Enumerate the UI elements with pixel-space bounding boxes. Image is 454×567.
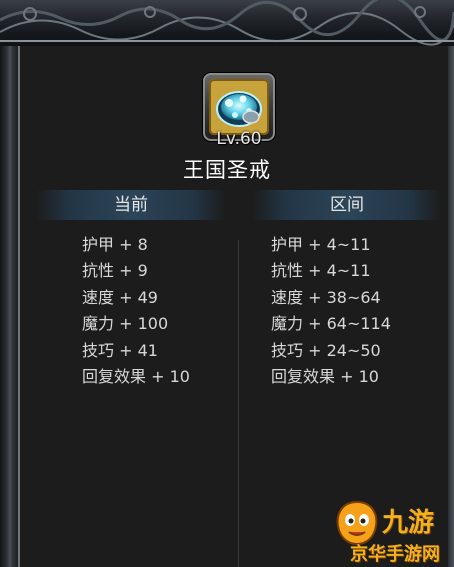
- current-stat-resistance: 抗性 + 9: [82, 261, 148, 281]
- range-stat-skill: 技巧 + 24~50: [271, 340, 381, 360]
- column-header-current: 当前: [36, 190, 226, 220]
- window-right-frame: [448, 46, 454, 567]
- range-stats-list: 护甲 + 4~11 抗性 + 4~11 速度 + 38~64 魔力 + 64~1…: [271, 232, 391, 390]
- column-divider: [238, 240, 239, 567]
- item-name: 王国圣戒: [183, 158, 271, 182]
- current-stat-skill: 技巧 + 41: [82, 340, 158, 360]
- window-top-frame: [0, 0, 454, 47]
- watermark-logo: 九游 京华手游网: [330, 498, 454, 567]
- watermark-brand: 九游: [382, 508, 435, 538]
- watermark-subtitle: 京华手游网: [350, 544, 440, 565]
- ring-icon: [216, 91, 262, 127]
- current-stat-speed: 速度 + 49: [82, 287, 158, 307]
- item-icon-frame: [209, 79, 269, 135]
- range-stat-armor: 护甲 + 4~11: [271, 235, 371, 254]
- column-header-range: 区间: [252, 190, 442, 220]
- current-stat-magic: 魔力 + 100: [82, 314, 169, 334]
- range-stat-resistance: 抗性 + 4~11: [271, 261, 371, 281]
- range-stat-magic: 魔力 + 64~114: [271, 314, 391, 334]
- item-level: Lv.60: [216, 129, 262, 149]
- current-stat-armor: 护甲 + 8: [82, 235, 148, 254]
- current-stat-recovery: 回复效果 + 10: [82, 366, 190, 386]
- range-stat-speed: 速度 + 38~64: [271, 287, 381, 307]
- current-stats-list: 护甲 + 8 抗性 + 9 速度 + 49 魔力 + 100 技巧 + 41 回…: [82, 232, 190, 390]
- ornament-border-icon: [0, 0, 454, 46]
- range-stat-recovery: 回复效果 + 10: [271, 366, 379, 386]
- window-left-frame: [0, 46, 20, 567]
